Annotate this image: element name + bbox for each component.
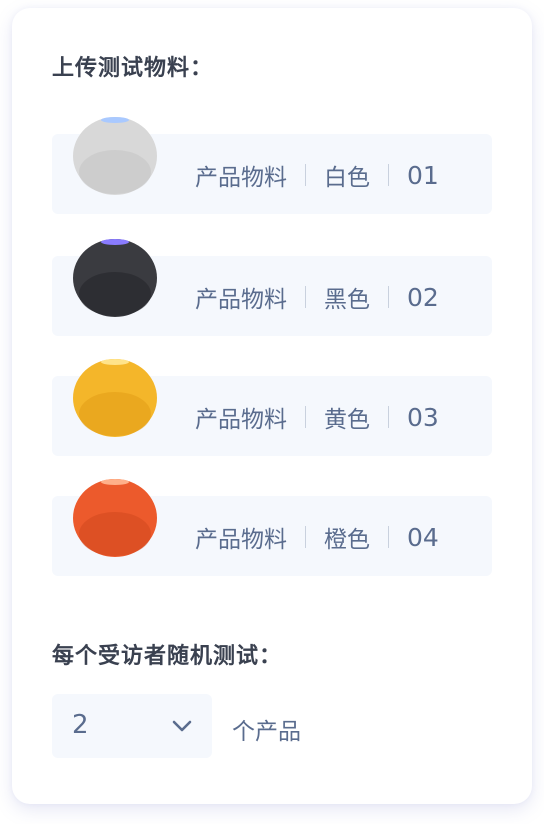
product-image-black <box>72 236 158 318</box>
product-meta: 产品物料 黄色 03 <box>195 402 439 434</box>
speaker-shade <box>79 150 151 194</box>
product-number: 01 <box>407 160 439 190</box>
product-number: 02 <box>407 282 439 312</box>
product-row-4[interactable]: 产品物料 橙色 04 <box>52 479 492 576</box>
product-row-2[interactable]: 产品物料 黑色 02 <box>52 239 492 336</box>
product-image-orange <box>72 476 158 558</box>
product-label: 产品物料 <box>195 407 287 433</box>
divider <box>388 286 389 308</box>
product-number: 04 <box>407 522 439 552</box>
product-label: 产品物料 <box>195 165 287 191</box>
chevron-down-icon[interactable] <box>170 714 194 738</box>
settings-card: 上传测试物料： 产品物料 白色 01 产品物料 黑色 02 产品物料 黄色 03… <box>12 8 532 804</box>
product-row-1[interactable]: 产品物料 白色 01 <box>52 117 492 214</box>
product-label: 产品物料 <box>195 527 287 553</box>
divider <box>305 526 306 548</box>
unit-label: 个产品 <box>232 719 301 745</box>
upload-section-title: 上传测试物料： <box>52 56 214 81</box>
select-value: 2 <box>72 710 89 740</box>
product-meta: 产品物料 黑色 02 <box>195 282 439 314</box>
product-meta: 产品物料 橙色 04 <box>195 522 439 554</box>
divider <box>305 164 306 186</box>
speaker-top <box>101 479 129 485</box>
product-label: 产品物料 <box>195 287 287 313</box>
divider <box>388 526 389 548</box>
product-number: 03 <box>407 402 439 432</box>
product-count-select[interactable]: 2 <box>52 694 212 758</box>
speaker-top <box>101 239 129 245</box>
product-image-yellow <box>72 356 158 438</box>
speaker-shade <box>79 392 151 436</box>
divider <box>305 406 306 428</box>
product-color: 黄色 <box>324 407 370 433</box>
random-section-title: 每个受访者随机测试： <box>52 644 283 669</box>
product-row-3[interactable]: 产品物料 黄色 03 <box>52 359 492 456</box>
product-image-white <box>72 114 158 196</box>
product-color: 黑色 <box>324 287 370 313</box>
product-meta: 产品物料 白色 01 <box>195 160 439 192</box>
speaker-top <box>101 117 129 123</box>
speaker-top <box>101 359 129 365</box>
product-color: 白色 <box>324 165 370 191</box>
divider <box>388 164 389 186</box>
product-color: 橙色 <box>324 527 370 553</box>
speaker-shade <box>79 512 151 556</box>
divider <box>305 286 306 308</box>
divider <box>388 406 389 428</box>
speaker-shade <box>79 272 151 316</box>
